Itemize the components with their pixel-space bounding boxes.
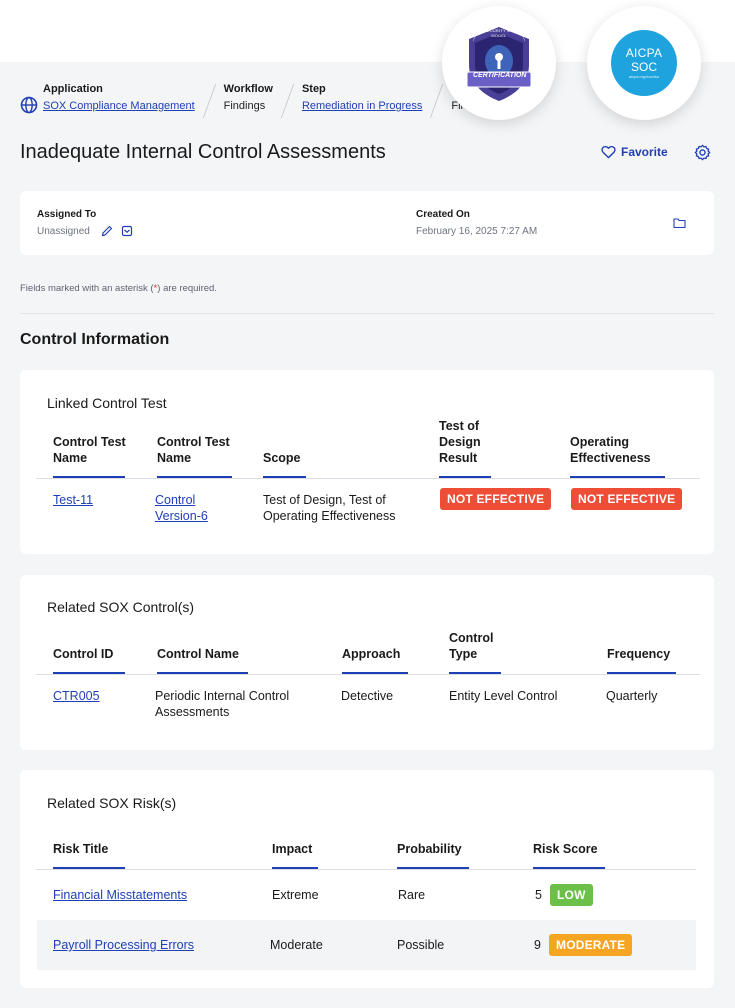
related-risks-panel: Related SOX Risk(s) Risk Title Impact Pr… xyxy=(20,770,714,988)
related-controls-panel: Related SOX Control(s) Control ID Contro… xyxy=(20,575,714,750)
breadcrumb-separator xyxy=(202,84,216,118)
breadcrumb-label: Application xyxy=(43,83,103,95)
created-on-value: February 16, 2025 7:27 AM xyxy=(416,226,538,237)
required-note-text-end: ) are required. xyxy=(157,283,217,294)
heart-icon xyxy=(601,145,616,159)
risk-title-link[interactable]: Financial Misstatements xyxy=(53,887,187,903)
breadcrumb-step: Step Remediation in Progress xyxy=(302,78,422,114)
favorite-button[interactable]: Favorite xyxy=(601,145,668,159)
control-version-link[interactable]: Control Version-6 xyxy=(155,492,225,524)
frequency-value: Quarterly xyxy=(606,689,658,703)
approach-value: Detective xyxy=(341,689,394,703)
gear-icon[interactable] xyxy=(694,144,711,161)
assigned-to-label: Assigned To xyxy=(37,209,97,220)
table-header-rule xyxy=(36,478,700,479)
column-header[interactable]: Operating Effectiveness xyxy=(570,434,670,466)
column-header[interactable]: Scope xyxy=(263,450,301,466)
control-type-value: Entity Level Control xyxy=(449,689,558,703)
column-header[interactable]: Control Name xyxy=(157,646,239,662)
cmmc-arc-text: CYBERSECURITY MATURITY MODEL xyxy=(469,28,529,38)
scope-value: Test of Design, Test of Operating Effect… xyxy=(263,493,396,523)
globe-icon xyxy=(20,96,38,114)
assigned-to-value: Unassigned xyxy=(37,226,90,237)
breadcrumb-application: Application SOX Compliance Management xyxy=(43,78,195,114)
probability-value: Rare xyxy=(398,888,426,902)
cmmc-certification-badge: CERTIFICATION CYBERSECURITY MATURITY MOD… xyxy=(442,6,556,120)
assignment-card: Assigned To Unassigned Created On Februa… xyxy=(20,191,714,255)
required-note-text: Fields marked with an asterisk ( xyxy=(20,283,154,294)
column-header[interactable]: Impact xyxy=(272,841,312,857)
aicpa-text: AICPA xyxy=(625,46,663,60)
impact-value: Extreme xyxy=(272,888,319,902)
impact-value: Moderate xyxy=(270,938,323,952)
panel-title: Related SOX Risk(s) xyxy=(47,795,177,811)
probability-value: Possible xyxy=(397,938,445,952)
breadcrumb-separator xyxy=(280,84,295,118)
column-header[interactable]: Test of Design Result xyxy=(439,418,499,466)
column-header[interactable]: Frequency xyxy=(607,646,670,662)
column-header[interactable]: Control Test Name xyxy=(53,434,133,466)
control-name-value: Periodic Internal Control Assessments xyxy=(155,689,290,719)
status-badge: NOT EFFECTIVE xyxy=(440,488,552,510)
assign-to-me-icon[interactable] xyxy=(121,225,133,237)
column-header[interactable]: Approach xyxy=(342,646,400,662)
linked-control-test-panel: Linked Control Test Control Test Name Co… xyxy=(20,370,714,554)
panel-title: Related SOX Control(s) xyxy=(47,599,195,615)
breadcrumb-separator xyxy=(430,84,444,118)
favorite-label: Favorite xyxy=(621,145,668,159)
pencil-icon[interactable] xyxy=(101,225,113,237)
column-header[interactable]: Control ID xyxy=(53,646,113,662)
section-title: Control Information xyxy=(20,331,170,348)
breadcrumb-step-link[interactable]: Remediation in Progress xyxy=(302,98,422,114)
aicpa-soc-badge: AICPA SOC aicpa.org/soc4so xyxy=(587,6,701,120)
table-header-rule xyxy=(36,869,696,870)
risk-score-value: 9 xyxy=(534,938,541,952)
panel-title: Linked Control Test xyxy=(47,395,167,411)
soc-small-text: aicpa.org/soc4so xyxy=(628,74,660,79)
column-header[interactable]: Probability xyxy=(397,841,462,857)
cmmc-cert-text: CERTIFICATION xyxy=(473,72,527,79)
control-test-link[interactable]: Test-11 xyxy=(53,492,93,508)
aicpa-soc-seal: AICPA SOC aicpa.org/soc4so xyxy=(611,30,677,96)
risk-score-value: 5 xyxy=(535,888,542,902)
required-fields-note: Fields marked with an asterisk (*) are r… xyxy=(20,283,217,294)
breadcrumb: Application SOX Compliance Management Wo… xyxy=(20,78,475,122)
column-header[interactable]: Control Type xyxy=(449,630,509,662)
column-header[interactable]: Control Test Name xyxy=(157,434,237,466)
section-divider xyxy=(20,313,714,314)
control-id-link[interactable]: CTR005 xyxy=(53,688,100,704)
status-badge: NOT EFFECTIVE xyxy=(571,488,683,510)
column-header[interactable]: Risk Title xyxy=(53,841,108,857)
page-title: Inadequate Internal Control Assessments xyxy=(20,141,386,163)
breadcrumb-workflow: Workflow Findings xyxy=(224,78,273,114)
folder-icon[interactable] xyxy=(673,217,686,229)
risk-level-badge: LOW xyxy=(550,884,593,906)
risk-level-badge: MODERATE xyxy=(549,934,633,956)
soc-text: SOC xyxy=(630,60,657,74)
created-on-label: Created On xyxy=(416,209,470,220)
risk-title-link[interactable]: Payroll Processing Errors xyxy=(53,937,194,953)
breadcrumb-workflow-value: Findings xyxy=(223,100,266,112)
breadcrumb-application-link[interactable]: SOX Compliance Management xyxy=(43,98,195,114)
breadcrumb-label: Step xyxy=(301,83,326,95)
table-header-rule xyxy=(36,674,700,675)
breadcrumb-label: Workflow xyxy=(223,83,273,95)
column-header[interactable]: Risk Score xyxy=(533,841,598,857)
